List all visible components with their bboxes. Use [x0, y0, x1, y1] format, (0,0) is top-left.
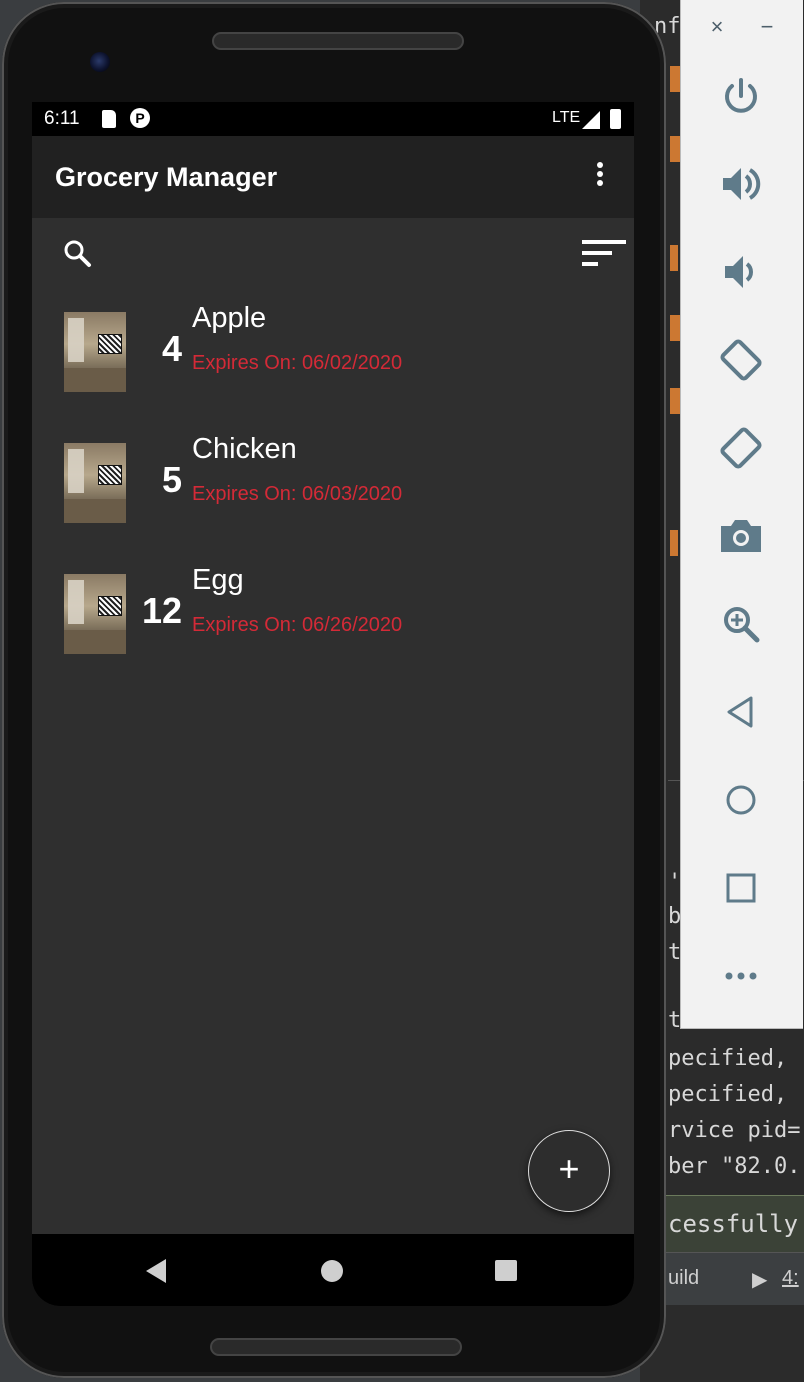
close-icon[interactable]: ×	[703, 14, 731, 40]
run-icon[interactable]: ▶	[752, 1267, 767, 1292]
item-thumbnail	[64, 312, 126, 392]
volume-up-icon[interactable]	[715, 158, 767, 210]
rotate-left-icon[interactable]	[715, 334, 767, 386]
item-thumbnail	[64, 443, 126, 523]
ide-tab-build[interactable]: uild	[668, 1267, 699, 1290]
item-quantity: 4	[161, 328, 182, 369]
status-bar: 6:11 P LTE	[32, 102, 634, 136]
ide-keyword-highlight	[670, 245, 678, 271]
nav-recents-icon[interactable]	[495, 1260, 517, 1281]
item-name: Egg	[192, 564, 244, 596]
back-icon[interactable]	[715, 686, 767, 738]
notification-p-icon: P	[130, 108, 150, 128]
app-bar: Grocery Manager	[32, 136, 634, 218]
rotate-right-icon[interactable]	[715, 422, 767, 474]
app-title: Grocery Manager	[55, 162, 278, 192]
item-name: Apple	[192, 302, 267, 334]
ide-console-line: ber "82.0.	[668, 1154, 801, 1179]
list-toolbar	[32, 218, 634, 288]
item-thumbnail	[64, 574, 126, 654]
list-item[interactable]: 4 Apple Expires On: 06/02/2020	[32, 302, 634, 433]
home-icon[interactable]	[715, 774, 767, 826]
more-icon[interactable]	[715, 950, 767, 1002]
item-expiry: Expires On: 06/26/2020	[192, 614, 403, 636]
nav-home-icon[interactable]	[321, 1260, 343, 1282]
bottom-speaker	[210, 1338, 462, 1356]
grocery-list: 4 Apple Expires On: 06/02/2020 5 Chicken…	[32, 302, 634, 695]
network-type: LTE	[552, 109, 581, 126]
sd-card-icon	[102, 110, 116, 128]
emulator-toolbar: × −	[680, 0, 803, 1029]
sort-icon[interactable]	[582, 238, 626, 270]
device-screen: 6:11 P LTE Grocery Manager 4 Apple Expir…	[32, 102, 634, 1306]
front-camera	[90, 52, 110, 72]
overflow-menu-icon[interactable]	[588, 162, 612, 194]
phone-frame: 6:11 P LTE Grocery Manager 4 Apple Expir…	[2, 2, 666, 1378]
ide-console-line: pecified,	[668, 1082, 788, 1107]
nav-back-icon[interactable]	[146, 1259, 166, 1283]
earpiece-speaker	[212, 32, 464, 50]
camera-icon[interactable]	[715, 510, 767, 562]
ide-build-status-text: cessfully fi	[668, 1210, 799, 1238]
ide-console-line: rvice pid=	[668, 1118, 801, 1143]
item-quantity: 5	[161, 459, 182, 500]
power-icon[interactable]	[715, 70, 767, 122]
ide-keyword-highlight	[670, 530, 678, 556]
volume-down-icon[interactable]	[715, 246, 767, 298]
item-expiry: Expires On: 06/03/2020	[192, 483, 403, 505]
ide-console-line: pecified,	[668, 1046, 788, 1071]
search-icon[interactable]	[62, 238, 94, 270]
item-name: Chicken	[192, 433, 297, 465]
status-time: 6:11	[44, 108, 80, 129]
system-nav-bar	[32, 1234, 634, 1306]
item-expiry: Expires On: 06/02/2020	[192, 352, 403, 374]
signal-icon	[582, 111, 600, 129]
battery-icon	[610, 109, 621, 129]
plus-icon: +	[558, 1148, 580, 1189]
list-item[interactable]: 12 Egg Expires On: 06/26/2020	[32, 564, 634, 695]
ide-tab-run[interactable]: 4:	[782, 1267, 799, 1290]
minimize-icon[interactable]: −	[753, 14, 781, 40]
overview-icon[interactable]	[715, 862, 767, 914]
add-item-button[interactable]: +	[528, 1130, 610, 1212]
item-quantity: 12	[141, 590, 182, 631]
zoom-icon[interactable]	[715, 598, 767, 650]
list-item[interactable]: 5 Chicken Expires On: 06/03/2020	[32, 433, 634, 564]
